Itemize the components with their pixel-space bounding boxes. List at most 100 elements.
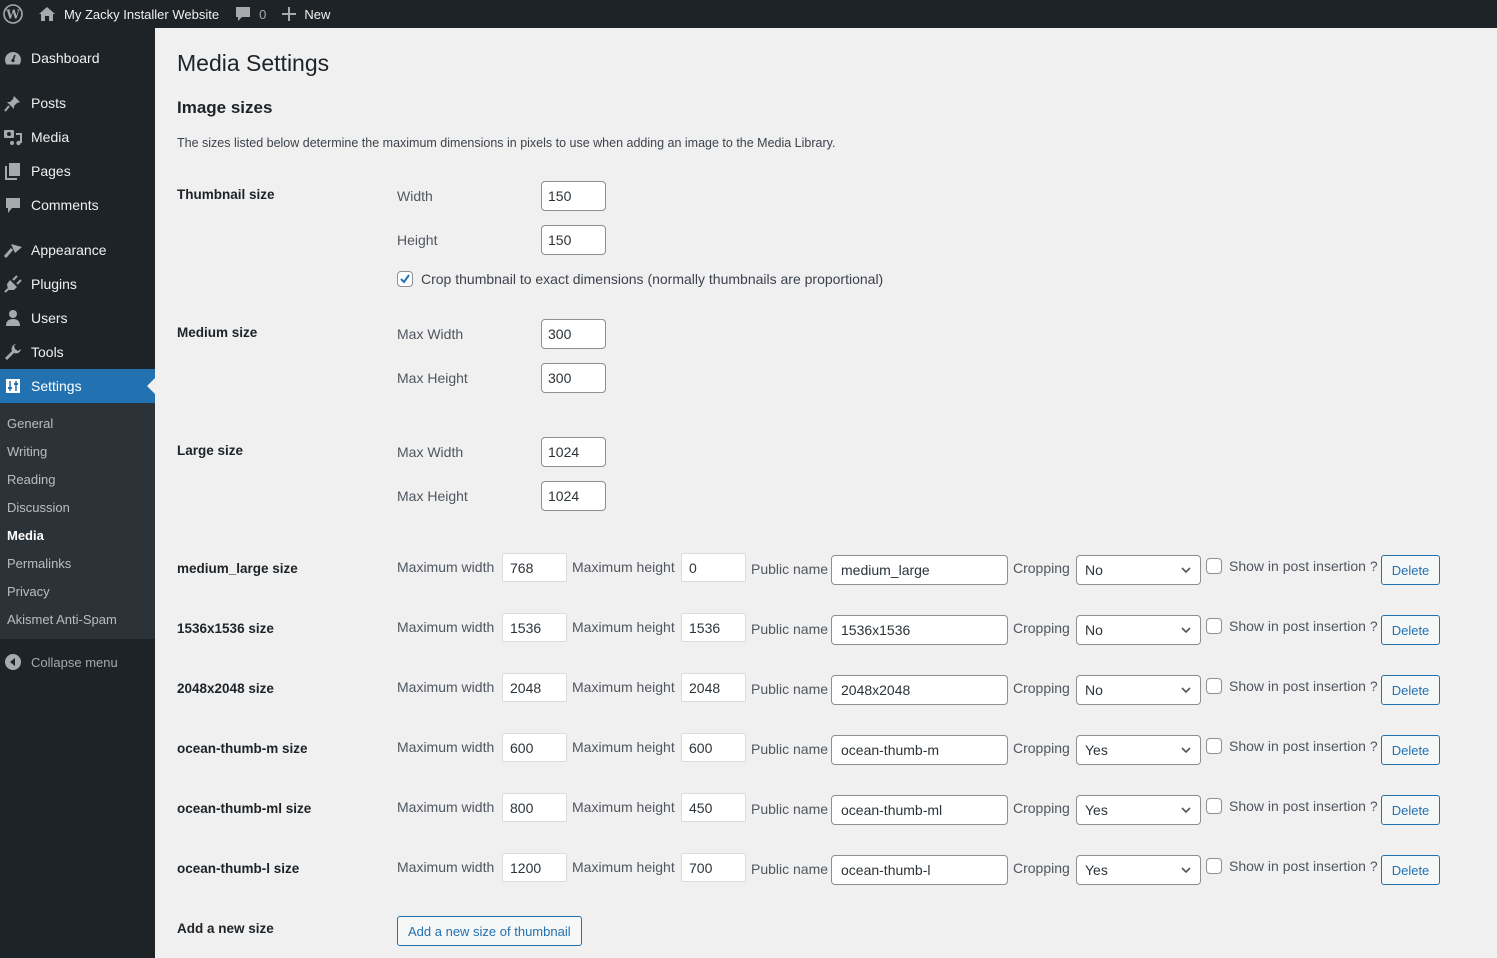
public-name-input[interactable] — [831, 555, 1008, 585]
crop-thumbnail-label: Crop thumbnail to exact dimensions (norm… — [421, 271, 884, 287]
sidebar-item-users[interactable]: Users — [0, 301, 155, 335]
delete-size-button[interactable]: Delete — [1381, 615, 1440, 645]
max-height-label: Maximum height — [572, 739, 675, 755]
max-height-input[interactable] — [681, 793, 746, 822]
large-height-input[interactable] — [541, 481, 606, 511]
collapse-menu-button[interactable]: Collapse menu — [0, 645, 155, 679]
max-width-input[interactable] — [502, 853, 567, 882]
comments-link[interactable]: 0 — [235, 0, 266, 28]
submenu-item-akismet[interactable]: Akismet Anti-Spam — [0, 605, 155, 633]
custom-size-label: 2048x2048 size — [177, 681, 274, 696]
show-in-post-checkbox[interactable] — [1206, 798, 1222, 814]
cropping-value: No — [1085, 682, 1103, 698]
cropping-select[interactable]: No — [1076, 675, 1201, 705]
new-label: New — [304, 6, 331, 22]
show-in-post-checkbox[interactable] — [1206, 558, 1222, 574]
paintbrush-icon — [0, 241, 26, 259]
max-height-label: Maximum height — [572, 559, 675, 575]
medium-height-input[interactable] — [541, 363, 606, 393]
delete-size-button[interactable]: Delete — [1381, 555, 1440, 585]
sidebar-item-settings[interactable]: Settings — [0, 369, 155, 403]
site-name-link[interactable]: My Zacky Installer Website — [38, 0, 219, 28]
sidebar-item-comments[interactable]: Comments — [0, 188, 155, 222]
submenu-item-discussion[interactable]: Discussion — [0, 493, 155, 521]
thumbnail-height-input[interactable] — [541, 225, 606, 255]
medium-size-label: Medium size — [177, 325, 258, 340]
chevron-down-icon — [1181, 687, 1191, 694]
cropping-label: Cropping — [1013, 560, 1070, 576]
show-in-post-checkbox[interactable] — [1206, 858, 1222, 874]
max-height-label: Maximum height — [572, 679, 675, 695]
public-name-input[interactable] — [831, 735, 1008, 765]
sidebar-item-label: Dashboard — [31, 50, 100, 66]
max-width-input[interactable] — [502, 793, 567, 822]
show-in-post-label: Show in post insertion ? — [1229, 858, 1378, 874]
user-icon — [0, 309, 26, 327]
thumbnail-size-label: Thumbnail size — [177, 187, 275, 202]
large-width-input[interactable] — [541, 437, 606, 467]
cropping-select[interactable]: Yes — [1076, 795, 1201, 825]
pages-icon — [0, 162, 26, 180]
thumbnail-width-input[interactable] — [541, 181, 606, 211]
custom-size-label: medium_large size — [177, 561, 298, 576]
delete-size-button[interactable]: Delete — [1381, 675, 1440, 705]
submenu-item-general[interactable]: General — [0, 409, 155, 437]
show-in-post-checkbox[interactable] — [1206, 678, 1222, 694]
sidebar-item-media[interactable]: Media — [0, 120, 155, 154]
max-width-input[interactable] — [502, 613, 567, 642]
public-name-label: Public name — [751, 801, 829, 817]
show-in-post-label: Show in post insertion ? — [1229, 558, 1378, 574]
medium-width-label: Max Width — [397, 326, 464, 342]
max-height-input[interactable] — [681, 673, 746, 702]
svg-text:W: W — [5, 8, 20, 22]
sidebar-item-posts[interactable]: Posts — [0, 86, 155, 120]
new-content-button[interactable]: New — [282, 0, 330, 28]
cropping-select[interactable]: No — [1076, 615, 1201, 645]
wordpress-logo-button[interactable]: W — [0, 0, 26, 28]
cropping-select[interactable]: Yes — [1076, 735, 1201, 765]
cropping-select[interactable]: Yes — [1076, 855, 1201, 885]
submenu-item-privacy[interactable]: Privacy — [0, 577, 155, 605]
delete-size-button[interactable]: Delete — [1381, 795, 1440, 825]
add-new-size-button[interactable]: Add a new size of thumbnail — [397, 916, 582, 946]
max-width-label: Maximum width — [397, 559, 495, 575]
crop-thumbnail-checkbox[interactable] — [397, 271, 413, 287]
cropping-select[interactable]: No — [1076, 555, 1201, 585]
max-height-input[interactable] — [681, 553, 746, 582]
delete-size-button[interactable]: Delete — [1381, 855, 1440, 885]
max-height-input[interactable] — [681, 733, 746, 762]
show-in-post-checkbox[interactable] — [1206, 738, 1222, 754]
pin-icon — [0, 94, 26, 112]
max-height-input[interactable] — [681, 613, 746, 642]
public-name-label: Public name — [751, 561, 829, 577]
delete-size-button[interactable]: Delete — [1381, 735, 1440, 765]
chevron-down-icon — [1181, 867, 1191, 874]
custom-size-label: ocean-thumb-l size — [177, 861, 300, 876]
public-name-input[interactable] — [831, 675, 1008, 705]
sidebar-item-dashboard[interactable]: Dashboard — [0, 41, 155, 75]
submenu-item-writing[interactable]: Writing — [0, 437, 155, 465]
submenu-item-reading[interactable]: Reading — [0, 465, 155, 493]
max-width-input[interactable] — [502, 733, 567, 762]
sidebar-item-tools[interactable]: Tools — [0, 335, 155, 369]
max-width-input[interactable] — [502, 673, 567, 702]
public-name-input[interactable] — [831, 615, 1008, 645]
section-description: The sizes listed below determine the max… — [177, 136, 836, 150]
max-width-label: Maximum width — [397, 679, 495, 695]
submenu-item-permalinks[interactable]: Permalinks — [0, 549, 155, 577]
sidebar-item-plugins[interactable]: Plugins — [0, 267, 155, 301]
submenu-item-media[interactable]: Media — [0, 521, 155, 549]
public-name-input[interactable] — [831, 855, 1008, 885]
dashboard-icon — [0, 50, 26, 66]
show-in-post-checkbox[interactable] — [1206, 618, 1222, 634]
max-width-label: Maximum width — [397, 799, 495, 815]
sidebar-item-pages[interactable]: Pages — [0, 154, 155, 188]
public-name-input[interactable] — [831, 795, 1008, 825]
medium-width-input[interactable] — [541, 319, 606, 349]
max-height-input[interactable] — [681, 853, 746, 882]
custom-size-row: 2048x2048 size Maximum width Maximum hei… — [177, 673, 1477, 705]
max-height-label: Maximum height — [572, 859, 675, 875]
sidebar-item-appearance[interactable]: Appearance — [0, 233, 155, 267]
max-width-input[interactable] — [502, 553, 567, 582]
settings-submenu: General Writing Reading Discussion Media… — [0, 403, 155, 639]
